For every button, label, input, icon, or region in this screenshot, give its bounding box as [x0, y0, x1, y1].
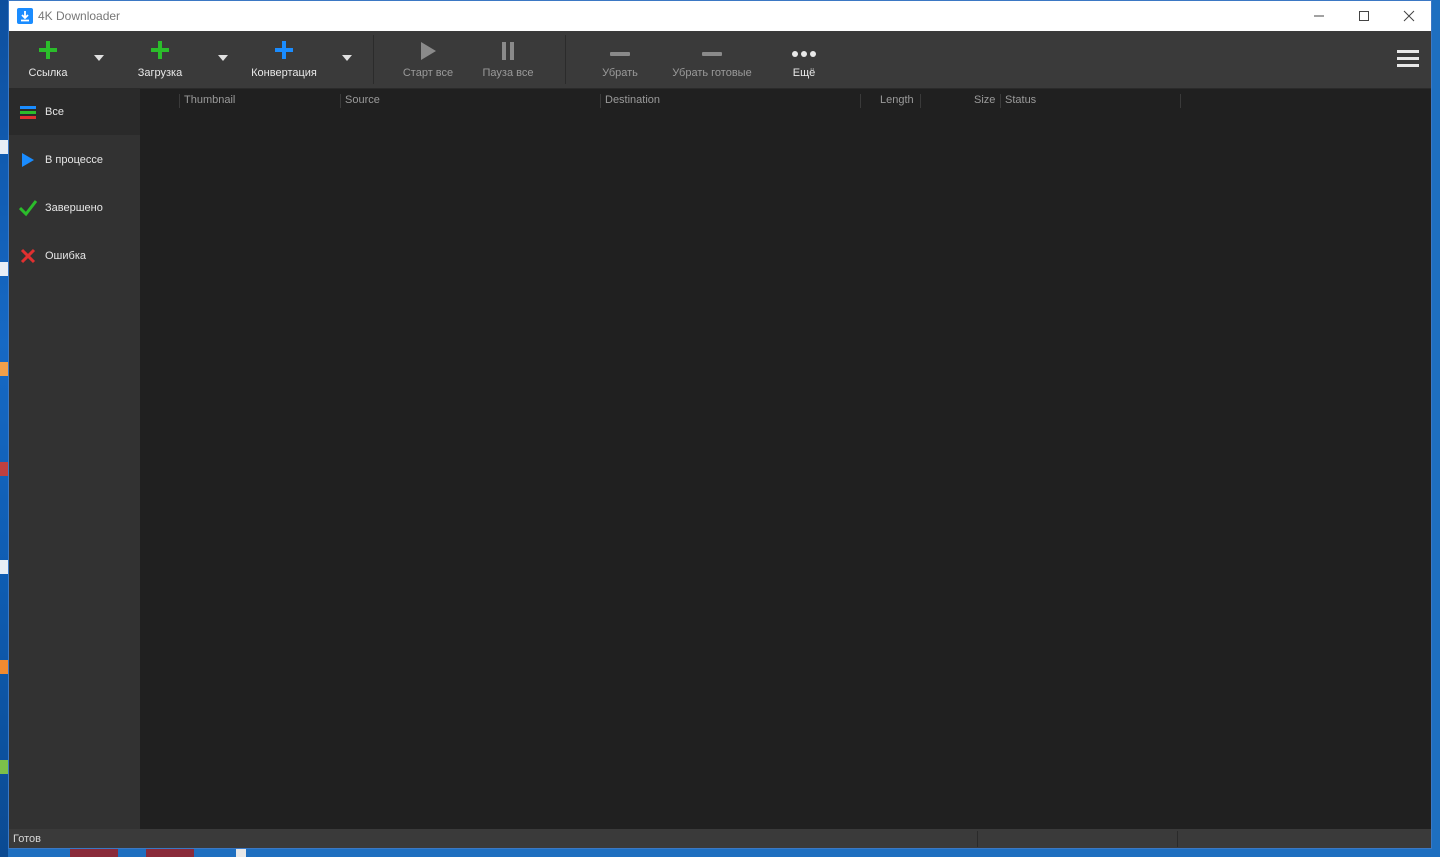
more-dots-icon	[791, 31, 817, 61]
error-x-icon	[19, 247, 37, 265]
convert-dropdown-icon[interactable]	[341, 55, 353, 65]
list-icon	[19, 103, 37, 121]
sidebar-item-all[interactable]: Все	[9, 89, 140, 135]
app-logo-icon	[17, 8, 33, 24]
remove-label: Убрать	[602, 67, 638, 79]
minus-icon	[701, 31, 723, 61]
desktop-icon[interactable]	[0, 362, 8, 376]
download-label: Загрузка	[137, 67, 183, 79]
sidebar-item-in-progress[interactable]: В процессе	[9, 137, 140, 183]
download-button[interactable]: Загрузка	[131, 31, 189, 88]
desktop-background-strip	[0, 0, 8, 857]
link-dropdown-icon[interactable]	[93, 55, 105, 65]
start-all-label: Старт все	[402, 67, 454, 79]
desktop-icon[interactable]	[0, 760, 8, 774]
plus-green-icon	[37, 31, 59, 61]
toolbar-divider	[373, 35, 374, 84]
title-bar[interactable]: 4K Downloader	[9, 1, 1431, 31]
sidebar: Все В процессе Завершено Ошибка	[9, 89, 140, 829]
play-icon	[419, 31, 437, 61]
remove-button[interactable]: Убрать	[593, 31, 647, 88]
column-header-destination[interactable]: Destination	[605, 94, 660, 106]
column-separator[interactable]	[860, 94, 861, 108]
more-label: Ещё	[792, 67, 816, 79]
status-bar: Готов	[9, 829, 1431, 848]
toolbar-divider	[565, 35, 566, 84]
column-header-thumbnail[interactable]: Thumbnail	[184, 94, 235, 106]
pause-all-label: Пауза все	[482, 67, 534, 79]
convert-button[interactable]: Конвертация	[247, 31, 321, 88]
plus-blue-icon	[273, 31, 295, 61]
column-separator[interactable]	[179, 94, 180, 108]
start-all-button[interactable]: Старт все	[397, 31, 459, 88]
column-separator[interactable]	[920, 94, 921, 108]
status-divider	[977, 831, 978, 847]
sidebar-item-label: Все	[45, 106, 64, 118]
add-link-label: Ссылка	[28, 67, 68, 79]
taskbar-item[interactable]	[236, 849, 246, 857]
column-separator[interactable]	[340, 94, 341, 108]
check-icon	[18, 199, 38, 217]
column-header-status[interactable]: Status	[1005, 94, 1036, 106]
desktop-icon[interactable]	[0, 262, 8, 276]
column-header-source[interactable]: Source	[345, 94, 380, 106]
column-header-size[interactable]: Size	[974, 94, 995, 106]
convert-label: Конвертация	[251, 67, 317, 79]
more-button[interactable]: Ещё	[781, 31, 827, 88]
minus-icon	[609, 31, 631, 61]
window-title: 4K Downloader	[38, 9, 121, 23]
remove-done-label: Убрать готовые	[672, 67, 752, 79]
status-divider	[1177, 831, 1178, 847]
download-dropdown-icon[interactable]	[217, 55, 229, 65]
add-link-button[interactable]: Ссылка	[21, 31, 75, 88]
toolbar: Ссылка Загрузка Конвертация Старт все Па…	[9, 31, 1431, 89]
column-separator[interactable]	[1000, 94, 1001, 108]
app-window: 4K Downloader Ссылка Загрузка Конвертаци…	[8, 0, 1432, 849]
menu-hamburger-icon[interactable]	[1397, 49, 1419, 69]
play-icon	[19, 151, 37, 169]
desktop-icon[interactable]	[0, 140, 8, 154]
desktop-icon[interactable]	[0, 560, 8, 574]
column-separator[interactable]	[600, 94, 601, 108]
pause-all-button[interactable]: Пауза все	[479, 31, 537, 88]
desktop-icon[interactable]	[0, 462, 8, 476]
close-button[interactable]	[1386, 1, 1431, 31]
sidebar-item-label: Завершено	[45, 202, 103, 214]
sidebar-item-label: В процессе	[45, 154, 103, 166]
plus-green-icon	[149, 31, 171, 61]
minimize-button[interactable]	[1296, 1, 1342, 31]
status-text: Готов	[13, 833, 41, 845]
taskbar-item[interactable]	[70, 849, 118, 857]
downloads-table: Thumbnail Source Destination Length Size…	[140, 89, 1431, 829]
sidebar-item-label: Ошибка	[45, 250, 86, 262]
desktop-icon[interactable]	[0, 660, 8, 674]
column-separator[interactable]	[1180, 94, 1181, 108]
taskbar-item[interactable]	[146, 849, 194, 857]
maximize-button[interactable]	[1341, 1, 1387, 31]
sidebar-item-completed[interactable]: Завершено	[9, 185, 140, 231]
pause-icon	[500, 31, 516, 61]
column-header-length[interactable]: Length	[880, 94, 914, 106]
sidebar-item-error[interactable]: Ошибка	[9, 233, 140, 279]
remove-done-button[interactable]: Убрать готовые	[665, 31, 759, 88]
